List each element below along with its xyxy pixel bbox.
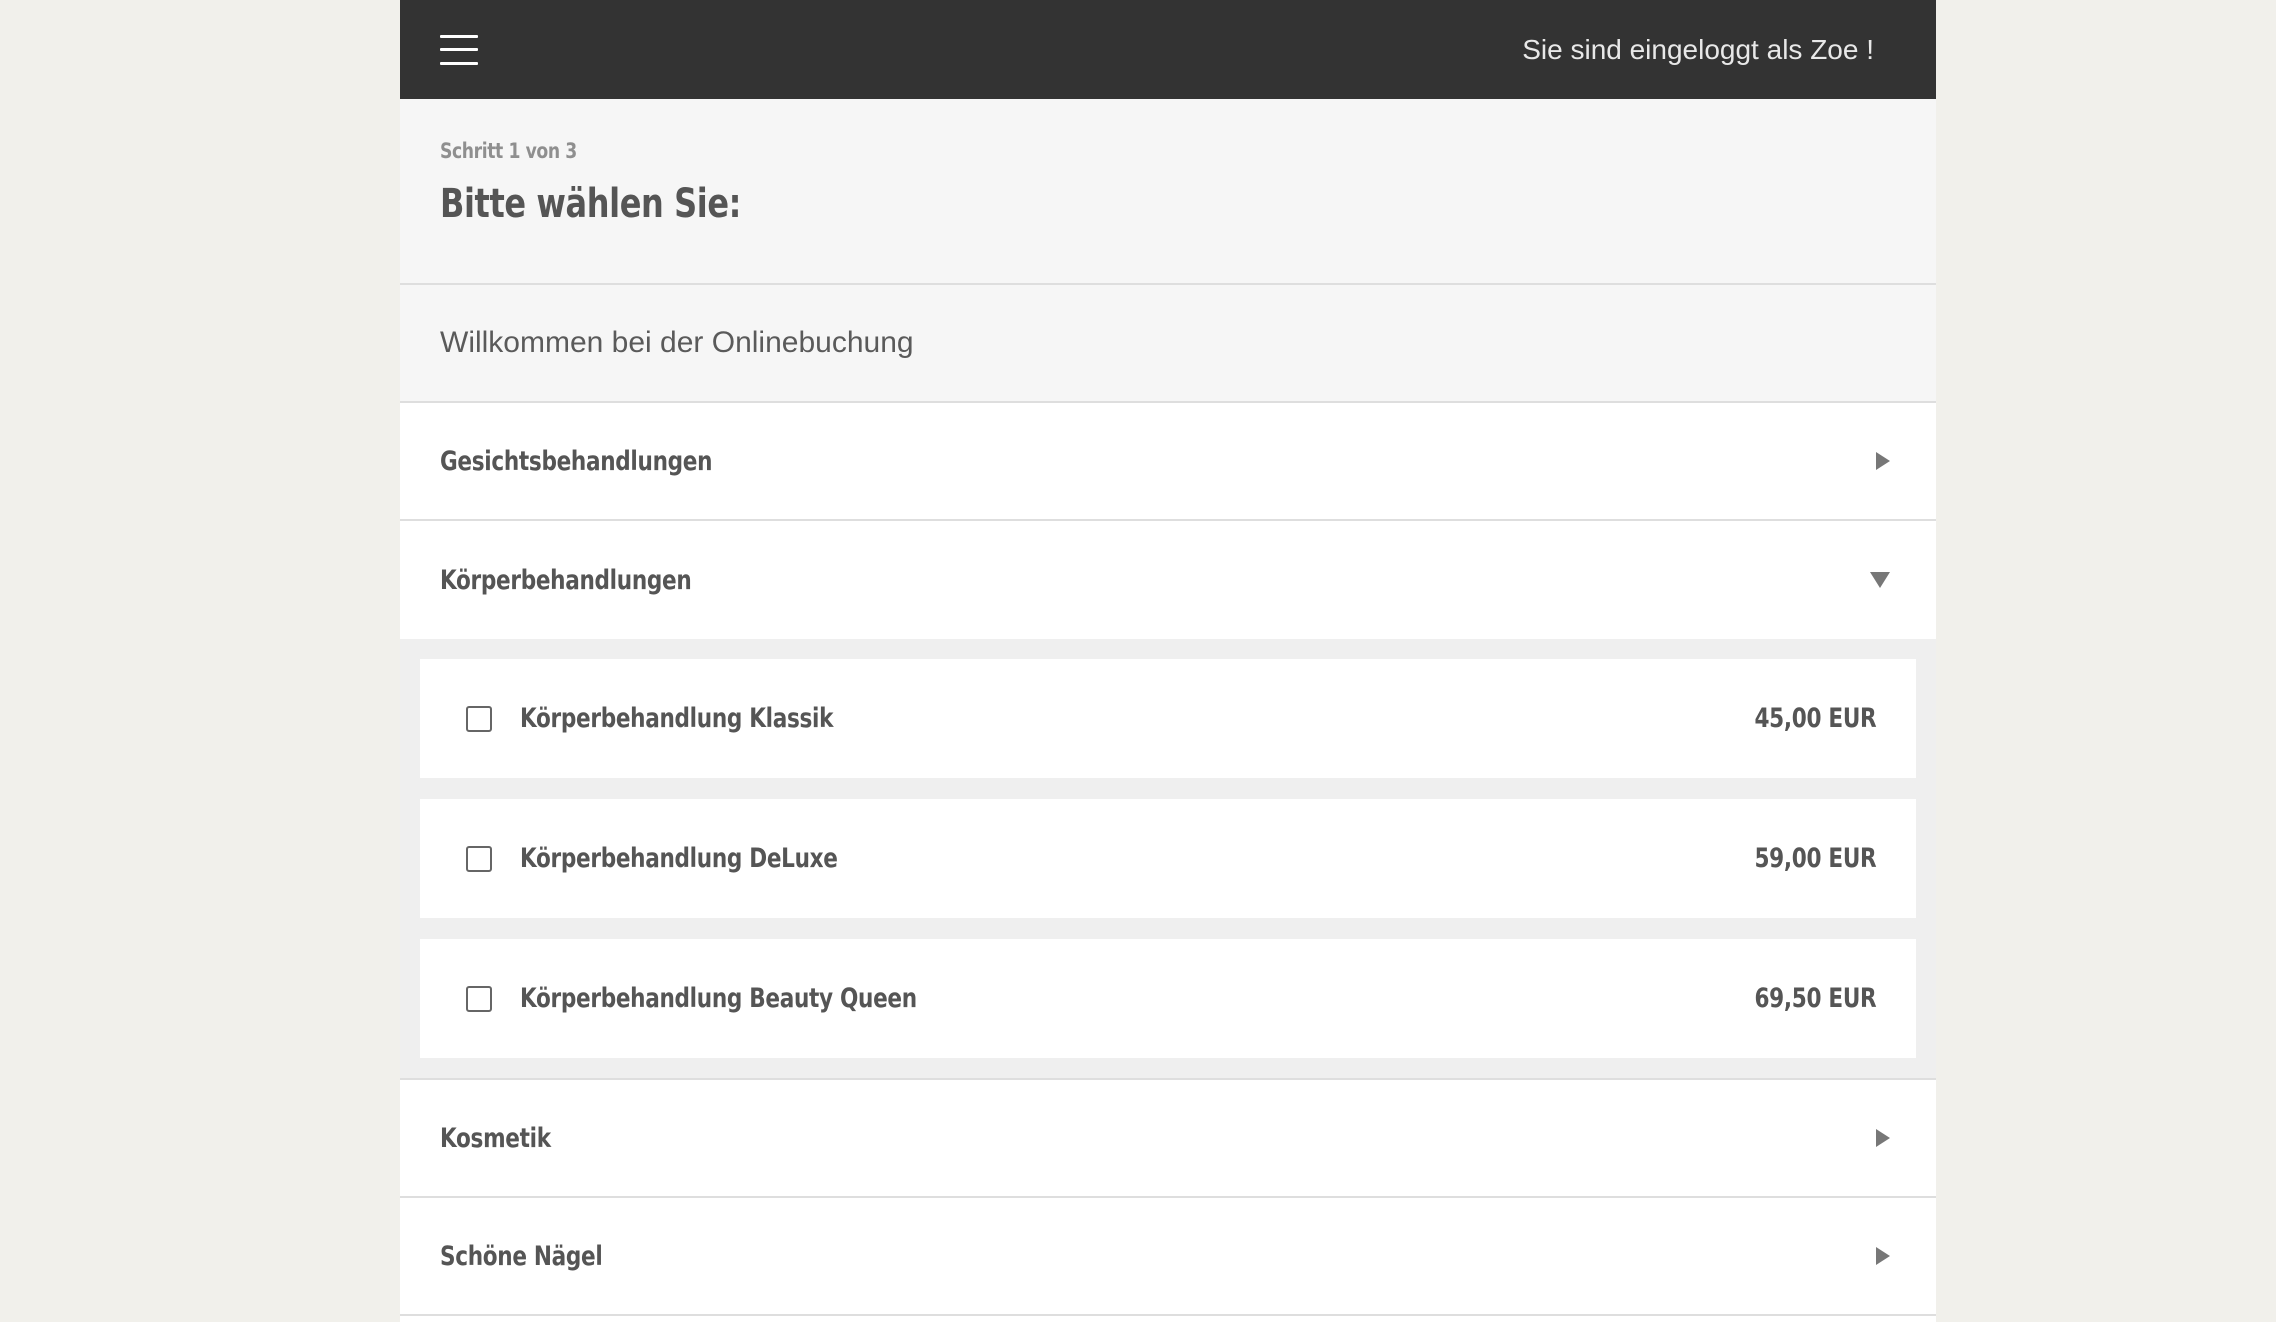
service-label: Körperbehandlung DeLuxe	[520, 843, 838, 874]
triangle-right-icon	[1876, 1247, 1890, 1265]
category-label: Gesichtsbehandlungen	[440, 445, 713, 477]
category-schoene-naegel[interactable]: Schöne Nägel	[400, 1198, 1936, 1316]
triangle-right-icon	[1876, 452, 1890, 470]
service-price: 69,50 EUR	[1754, 983, 1876, 1014]
service-checkbox[interactable]	[466, 845, 492, 872]
service-label: Körperbehandlung Klassik	[520, 703, 834, 734]
category-koerperbehandlungen[interactable]: Körperbehandlungen	[400, 521, 1936, 639]
koerperbehandlungen-service-list: Körperbehandlung Klassik 45,00 EUR Körpe…	[400, 639, 1936, 1080]
category-label: Schöne Nägel	[440, 1240, 603, 1272]
welcome-banner: Willkommen bei der Onlinebuchung	[400, 285, 1936, 403]
booking-app: Sie sind eingeloggt als Zoe ! Schritt 1 …	[400, 0, 1936, 1322]
service-item-left: Körperbehandlung Klassik	[466, 703, 911, 734]
hamburger-menu-icon[interactable]	[440, 34, 478, 65]
welcome-text: Willkommen bei der Onlinebuchung	[440, 326, 914, 359]
page-title: Bitte wählen Sie:	[440, 181, 742, 227]
category-gesichtsbehandlungen[interactable]: Gesichtsbehandlungen	[400, 403, 1936, 521]
service-item-deluxe[interactable]: Körperbehandlung DeLuxe 59,00 EUR	[420, 799, 1916, 918]
service-checkbox[interactable]	[466, 985, 492, 1012]
top-bar: Sie sind eingeloggt als Zoe !	[400, 0, 1936, 99]
category-label: Körperbehandlungen	[440, 564, 692, 596]
category-label: Kosmetik	[440, 1122, 551, 1154]
triangle-down-icon	[1870, 572, 1890, 588]
service-item-klassik[interactable]: Körperbehandlung Klassik 45,00 EUR	[420, 659, 1916, 778]
category-kosmetik[interactable]: Kosmetik	[400, 1080, 1936, 1198]
login-status-text: Sie sind eingeloggt als Zoe !	[1522, 33, 1874, 65]
triangle-right-icon	[1876, 1129, 1890, 1147]
service-item-beauty-queen[interactable]: Körperbehandlung Beauty Queen 69,50 EUR	[420, 939, 1916, 1058]
step-indicator: Schritt 1 von 3	[440, 139, 577, 163]
service-price: 45,00 EUR	[1754, 703, 1876, 734]
service-label: Körperbehandlung Beauty Queen	[520, 983, 917, 1014]
service-checkbox[interactable]	[466, 705, 492, 732]
service-item-left: Körperbehandlung DeLuxe	[466, 843, 917, 874]
service-price: 59,00 EUR	[1754, 843, 1876, 874]
service-item-left: Körperbehandlung Beauty Queen	[466, 983, 1016, 1014]
step-header: Schritt 1 von 3 Bitte wählen Sie:	[400, 99, 1936, 285]
